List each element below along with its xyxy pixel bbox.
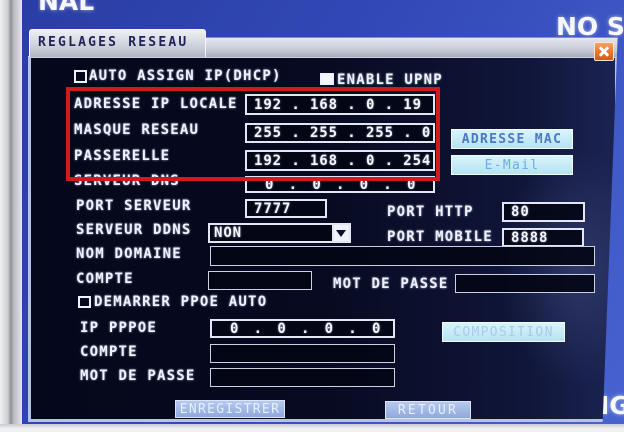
gateway-label: PASSERELLE [74,148,171,164]
pppoe-ip-field[interactable]: 0 . 0 . 0 . 0 [210,319,395,338]
photo: NAL NO S IG REGLAGES RESEAU AUTO ASSIGN … [0,0,624,432]
pppoe-password-field[interactable] [210,368,395,387]
dns-server-label: SERVEUR DNS [74,173,180,189]
ddns-server-label: SERVEUR DDNS [76,222,192,238]
account-label: COMPTE [76,271,134,287]
ddns-server-value: NON [214,225,242,241]
password-field[interactable] [455,274,595,293]
pppoe-autostart-label: DEMARRER PPOE AUTO [94,294,268,310]
http-port-label: PORT HTTP [387,204,474,220]
account-field[interactable] [208,271,312,290]
domain-name-field[interactable] [210,246,595,266]
domain-name-label: NOM DOMAINE [76,246,182,262]
pppoe-ip-label: IP PPPOE [80,320,158,336]
gateway-field[interactable]: 192 . 168 . 0 . 254 [245,150,435,171]
save-button[interactable]: ENREGISTRER [175,400,285,418]
pppoe-password-label: MOT DE PASSE [80,368,196,384]
mobile-port-field[interactable]: 8888 [502,228,584,247]
email-button[interactable]: E-Mail [451,155,573,175]
server-port-label: PORT SERVEUR [76,198,192,214]
local-ip-field[interactable]: 192 . 168 . 0 . 19 [245,94,435,115]
pppoe-autostart-checkbox[interactable] [78,296,91,308]
dialog-content: AUTO ASSIGN IP(DHCP) ENABLE UPNP ADRESSE… [0,0,624,432]
pppoe-account-label: COMPTE [80,344,138,360]
back-button[interactable]: RETOUR [385,401,471,419]
http-port-field[interactable]: 80 [502,202,585,222]
composition-button[interactable]: COMPOSITION [442,322,565,342]
dns-server-field[interactable]: 0 . 0 . 0 . 0 [245,176,435,193]
local-ip-label: ADRESSE IP LOCALE [74,96,238,112]
password-label: MOT DE PASSE [333,276,449,292]
dhcp-label: AUTO ASSIGN IP(DHCP) [89,68,282,84]
dhcp-checkbox[interactable] [74,70,87,83]
subnet-mask-label: MASQUE RESEAU [74,122,200,138]
upnp-label: ENABLE UPNP [337,72,443,88]
chevron-down-icon[interactable] [332,225,349,241]
mac-address-button[interactable]: ADRESSE MAC [451,129,573,149]
ddns-server-dropdown[interactable]: NON [208,223,351,243]
subnet-mask-field[interactable]: 255 . 255 . 255 . 0 [245,123,435,143]
server-port-field[interactable]: 7777 [245,199,327,218]
pppoe-account-field[interactable] [210,344,395,363]
mobile-port-label: PORT MOBILE [387,229,493,245]
upnp-checkbox[interactable] [320,73,334,85]
